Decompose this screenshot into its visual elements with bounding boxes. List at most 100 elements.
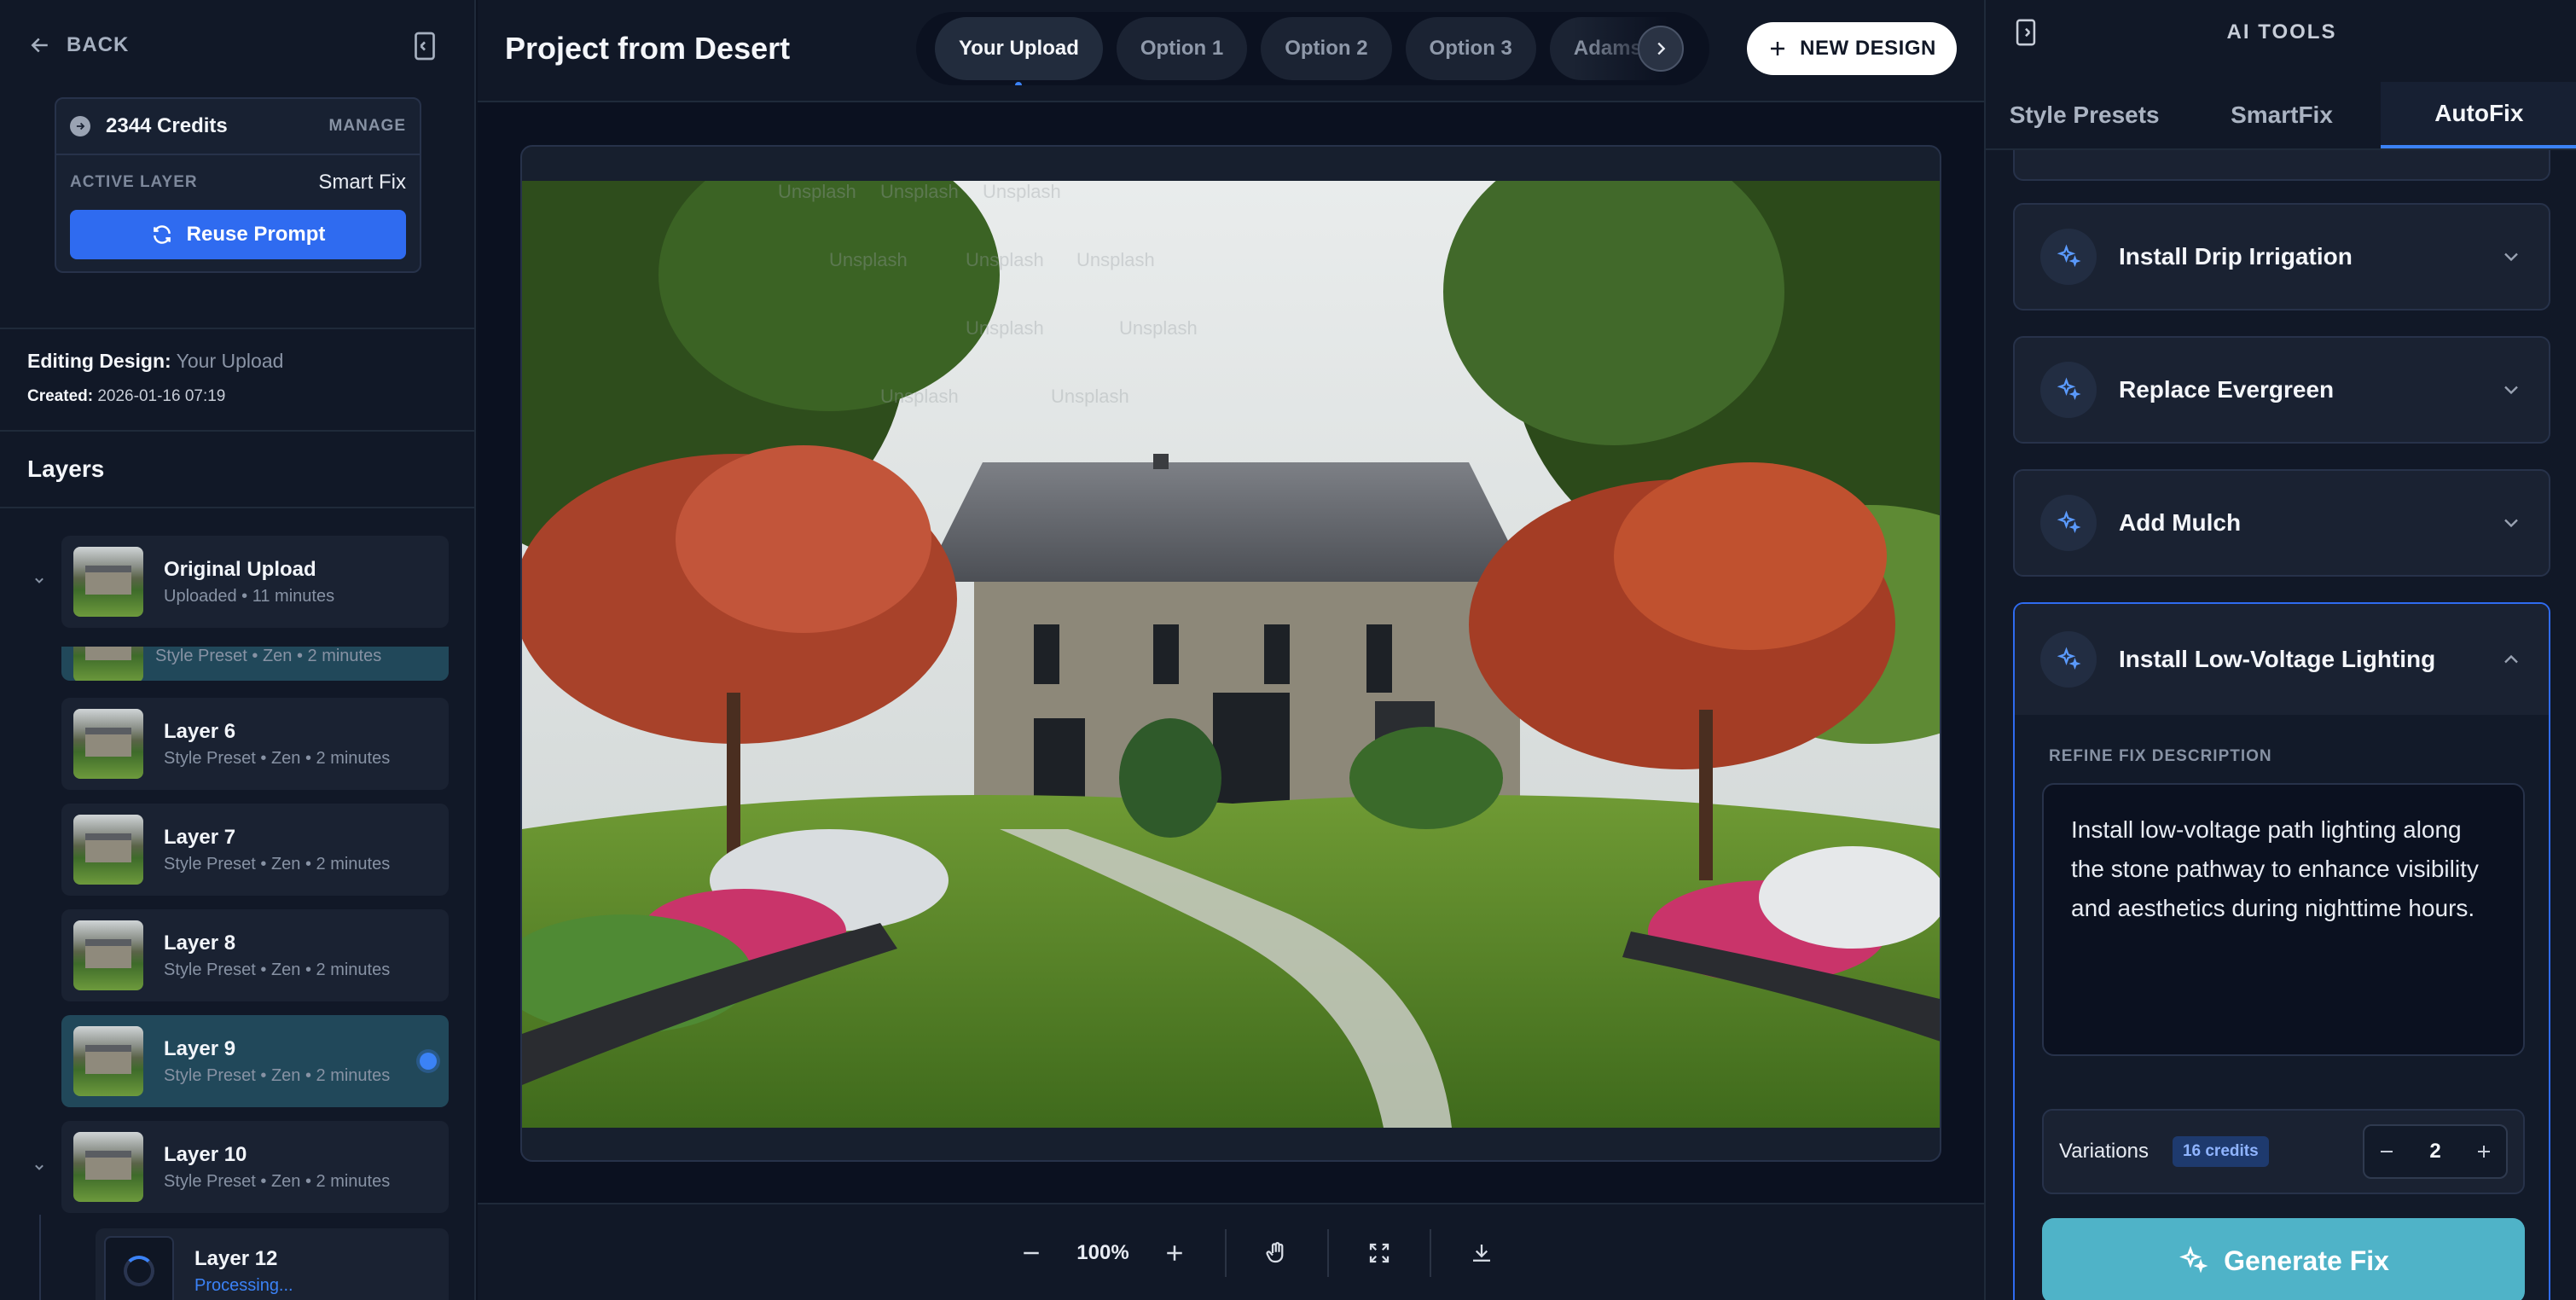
layer-name: Original Upload (164, 557, 316, 581)
fix-card-add-mulch[interactable]: Add Mulch (2013, 469, 2550, 577)
active-layer-row: ACTIVE LAYER Smart Fix (56, 155, 420, 210)
created-value: 2026-01-16 07:19 (97, 387, 226, 405)
tree-connector (39, 1215, 41, 1300)
tab-option-3[interactable]: Option 3 (1405, 17, 1536, 80)
divider (0, 430, 474, 432)
download-button[interactable] (1457, 1228, 1506, 1278)
manage-link[interactable]: MANAGE (329, 117, 406, 136)
ai-tools-title: AI TOOLS (2226, 20, 2337, 44)
layers-title: Layers (27, 456, 105, 482)
watermark-text: Unsplash (829, 249, 908, 270)
divider (0, 328, 474, 329)
tab-style-presets[interactable]: Style Presets (1986, 82, 2183, 148)
layer-meta: Style Preset • Zen • 2 minutes (155, 647, 382, 665)
tab-autofix[interactable]: AutoFix (2380, 82, 2576, 148)
fit-screen-button[interactable] (1355, 1228, 1404, 1278)
sparkle-icon (2040, 495, 2097, 551)
zoom-in-button[interactable] (1150, 1228, 1199, 1278)
chevron-down-icon[interactable] (31, 572, 48, 589)
fix-label: Add Mulch (2119, 509, 2242, 536)
layer-thumbnail (73, 1132, 143, 1202)
back-button[interactable]: BACK (27, 32, 129, 58)
pan-hand-button[interactable] (1252, 1228, 1302, 1278)
tabs-next-button[interactable] (1638, 26, 1684, 72)
layer-name: Layer 6 (164, 719, 236, 743)
layer-meta: Style Preset • Zen • 2 minutes (164, 748, 391, 768)
new-design-button[interactable]: NEW DESIGN (1747, 22, 1957, 75)
layer-item-8[interactable]: Layer 8 Style Preset • Zen • 2 minutes (61, 909, 449, 1001)
layer-item-10[interactable]: Layer 10 Style Preset • Zen • 2 minutes (61, 1121, 449, 1213)
layer-item-12[interactable]: Layer 12 Processing... (96, 1228, 449, 1300)
hand-icon (1266, 1242, 1284, 1263)
generate-fix-button[interactable]: Generate Fix (2042, 1218, 2525, 1300)
credits-badge: 16 credits (2172, 1136, 2269, 1167)
tab-smartfix[interactable]: SmartFix (2183, 82, 2380, 148)
layer-thumbnail (73, 1026, 143, 1096)
created-date: Created: 2026-01-16 07:19 (27, 387, 225, 406)
layer-thumbnail (73, 647, 143, 681)
zoom-out-button[interactable] (1007, 1228, 1056, 1278)
layer-item-9[interactable]: Layer 9 Style Preset • Zen • 2 minutes (61, 1015, 449, 1107)
canvas-toolbar: 100% (478, 1203, 1984, 1300)
variations-value: 2 (2429, 1140, 2441, 1163)
refine-label: REFINE FIX DESCRIPTION (2049, 747, 2272, 765)
download-icon (1473, 1245, 1490, 1262)
refresh-icon (153, 225, 171, 244)
chevron-down-icon (2504, 252, 2518, 262)
fix-label: Replace Evergreen (2119, 376, 2335, 403)
fix-card-header[interactable]: Install Low-Voltage Lighting (2015, 604, 2549, 715)
fix-card-drip-irrigation[interactable]: Install Drip Irrigation (2013, 203, 2550, 310)
ai-tools-tabs: Style Presets SmartFix AutoFix (1986, 82, 2576, 150)
created-label: Created: (27, 387, 94, 405)
fix-label: Install Drip Irrigation (2119, 243, 2353, 270)
variations-stepper: 2 (2363, 1124, 2508, 1179)
processing-status: Processing... (194, 1275, 293, 1295)
design-canvas[interactable]: Unsplash Unsplash Unsplash Unsplash Unsplash… (520, 145, 1941, 1162)
plus-icon (1167, 1245, 1182, 1261)
divider (0, 507, 474, 508)
credits-row: 2344 Credits MANAGE (56, 99, 420, 155)
watermark-text: Unsplash (880, 181, 959, 202)
layer-name: Layer 10 (164, 1142, 247, 1166)
fix-card-low-voltage-lighting: Install Low-Voltage Lighting REFINE FIX … (2013, 602, 2550, 1300)
sparkle-icon (2179, 1245, 2208, 1274)
layer-thumbnail (73, 815, 143, 885)
layer-name: Layer 9 (164, 1036, 236, 1060)
layer-meta: Style Preset • Zen • 2 minutes (164, 1065, 391, 1085)
refine-description-textarea[interactable]: Install low-voltage path lighting along … (2042, 783, 2525, 1056)
variations-row: Variations 16 credits 2 (2042, 1109, 2525, 1194)
chevron-right-icon (1657, 42, 1666, 55)
watermark-text: Unsplash (1076, 249, 1155, 270)
tab-option-2[interactable]: Option 2 (1261, 17, 1392, 80)
processing-thumbnail (104, 1236, 174, 1300)
tab-your-upload[interactable]: Your Upload (935, 17, 1103, 80)
chevron-down-icon[interactable] (31, 1158, 48, 1175)
ai-tools-panel: AI TOOLS Style Presets SmartFix AutoFix … (1984, 0, 2576, 1300)
layer-item-partial[interactable]: Style Preset • Zen • 2 minutes (61, 647, 449, 681)
new-design-label: NEW DESIGN (1800, 37, 1936, 60)
garden-design-image: Unsplash Unsplash Unsplash Unsplash Unsplash… (522, 181, 1940, 1128)
layer-meta: Style Preset • Zen • 2 minutes (164, 1171, 391, 1191)
layer-item-original-upload[interactable]: Original Upload Uploaded • 11 minutes (61, 536, 449, 628)
design-tabs: Your Upload Option 1 Option 2 Option 3 A… (916, 12, 1709, 85)
layer-thumbnail (73, 547, 143, 617)
plus-icon[interactable] (2474, 1141, 2494, 1162)
layer-name: Layer 7 (164, 825, 236, 849)
layer-meta: Style Preset • Zen • 2 minutes (164, 960, 391, 979)
layer-item-7[interactable]: Layer 7 Style Preset • Zen • 2 minutes (61, 804, 449, 896)
watermark-text: Unsplash (880, 386, 959, 407)
fix-card-replace-evergreen[interactable]: Replace Evergreen (2013, 336, 2550, 444)
reuse-prompt-button[interactable]: Reuse Prompt (70, 210, 406, 259)
collapse-panel-icon[interactable] (409, 31, 440, 61)
minus-icon[interactable] (2376, 1141, 2397, 1162)
fix-card-partial (2013, 150, 2550, 181)
zoom-controls: 100% (1007, 1228, 1506, 1278)
arrow-left-icon (31, 38, 48, 53)
credits-count: 2344 Credits (106, 114, 228, 137)
plus-icon (1771, 42, 1785, 55)
layer-item-6[interactable]: Layer 6 Style Preset • Zen • 2 minutes (61, 698, 449, 790)
layer-name: Layer 8 (164, 931, 236, 955)
tab-option-1[interactable]: Option 1 (1116, 17, 1248, 80)
app-root: BACK 2344 Credits MANAGE ACTIVE LAYER Sm… (0, 0, 2576, 1300)
divider (1225, 1229, 1227, 1277)
